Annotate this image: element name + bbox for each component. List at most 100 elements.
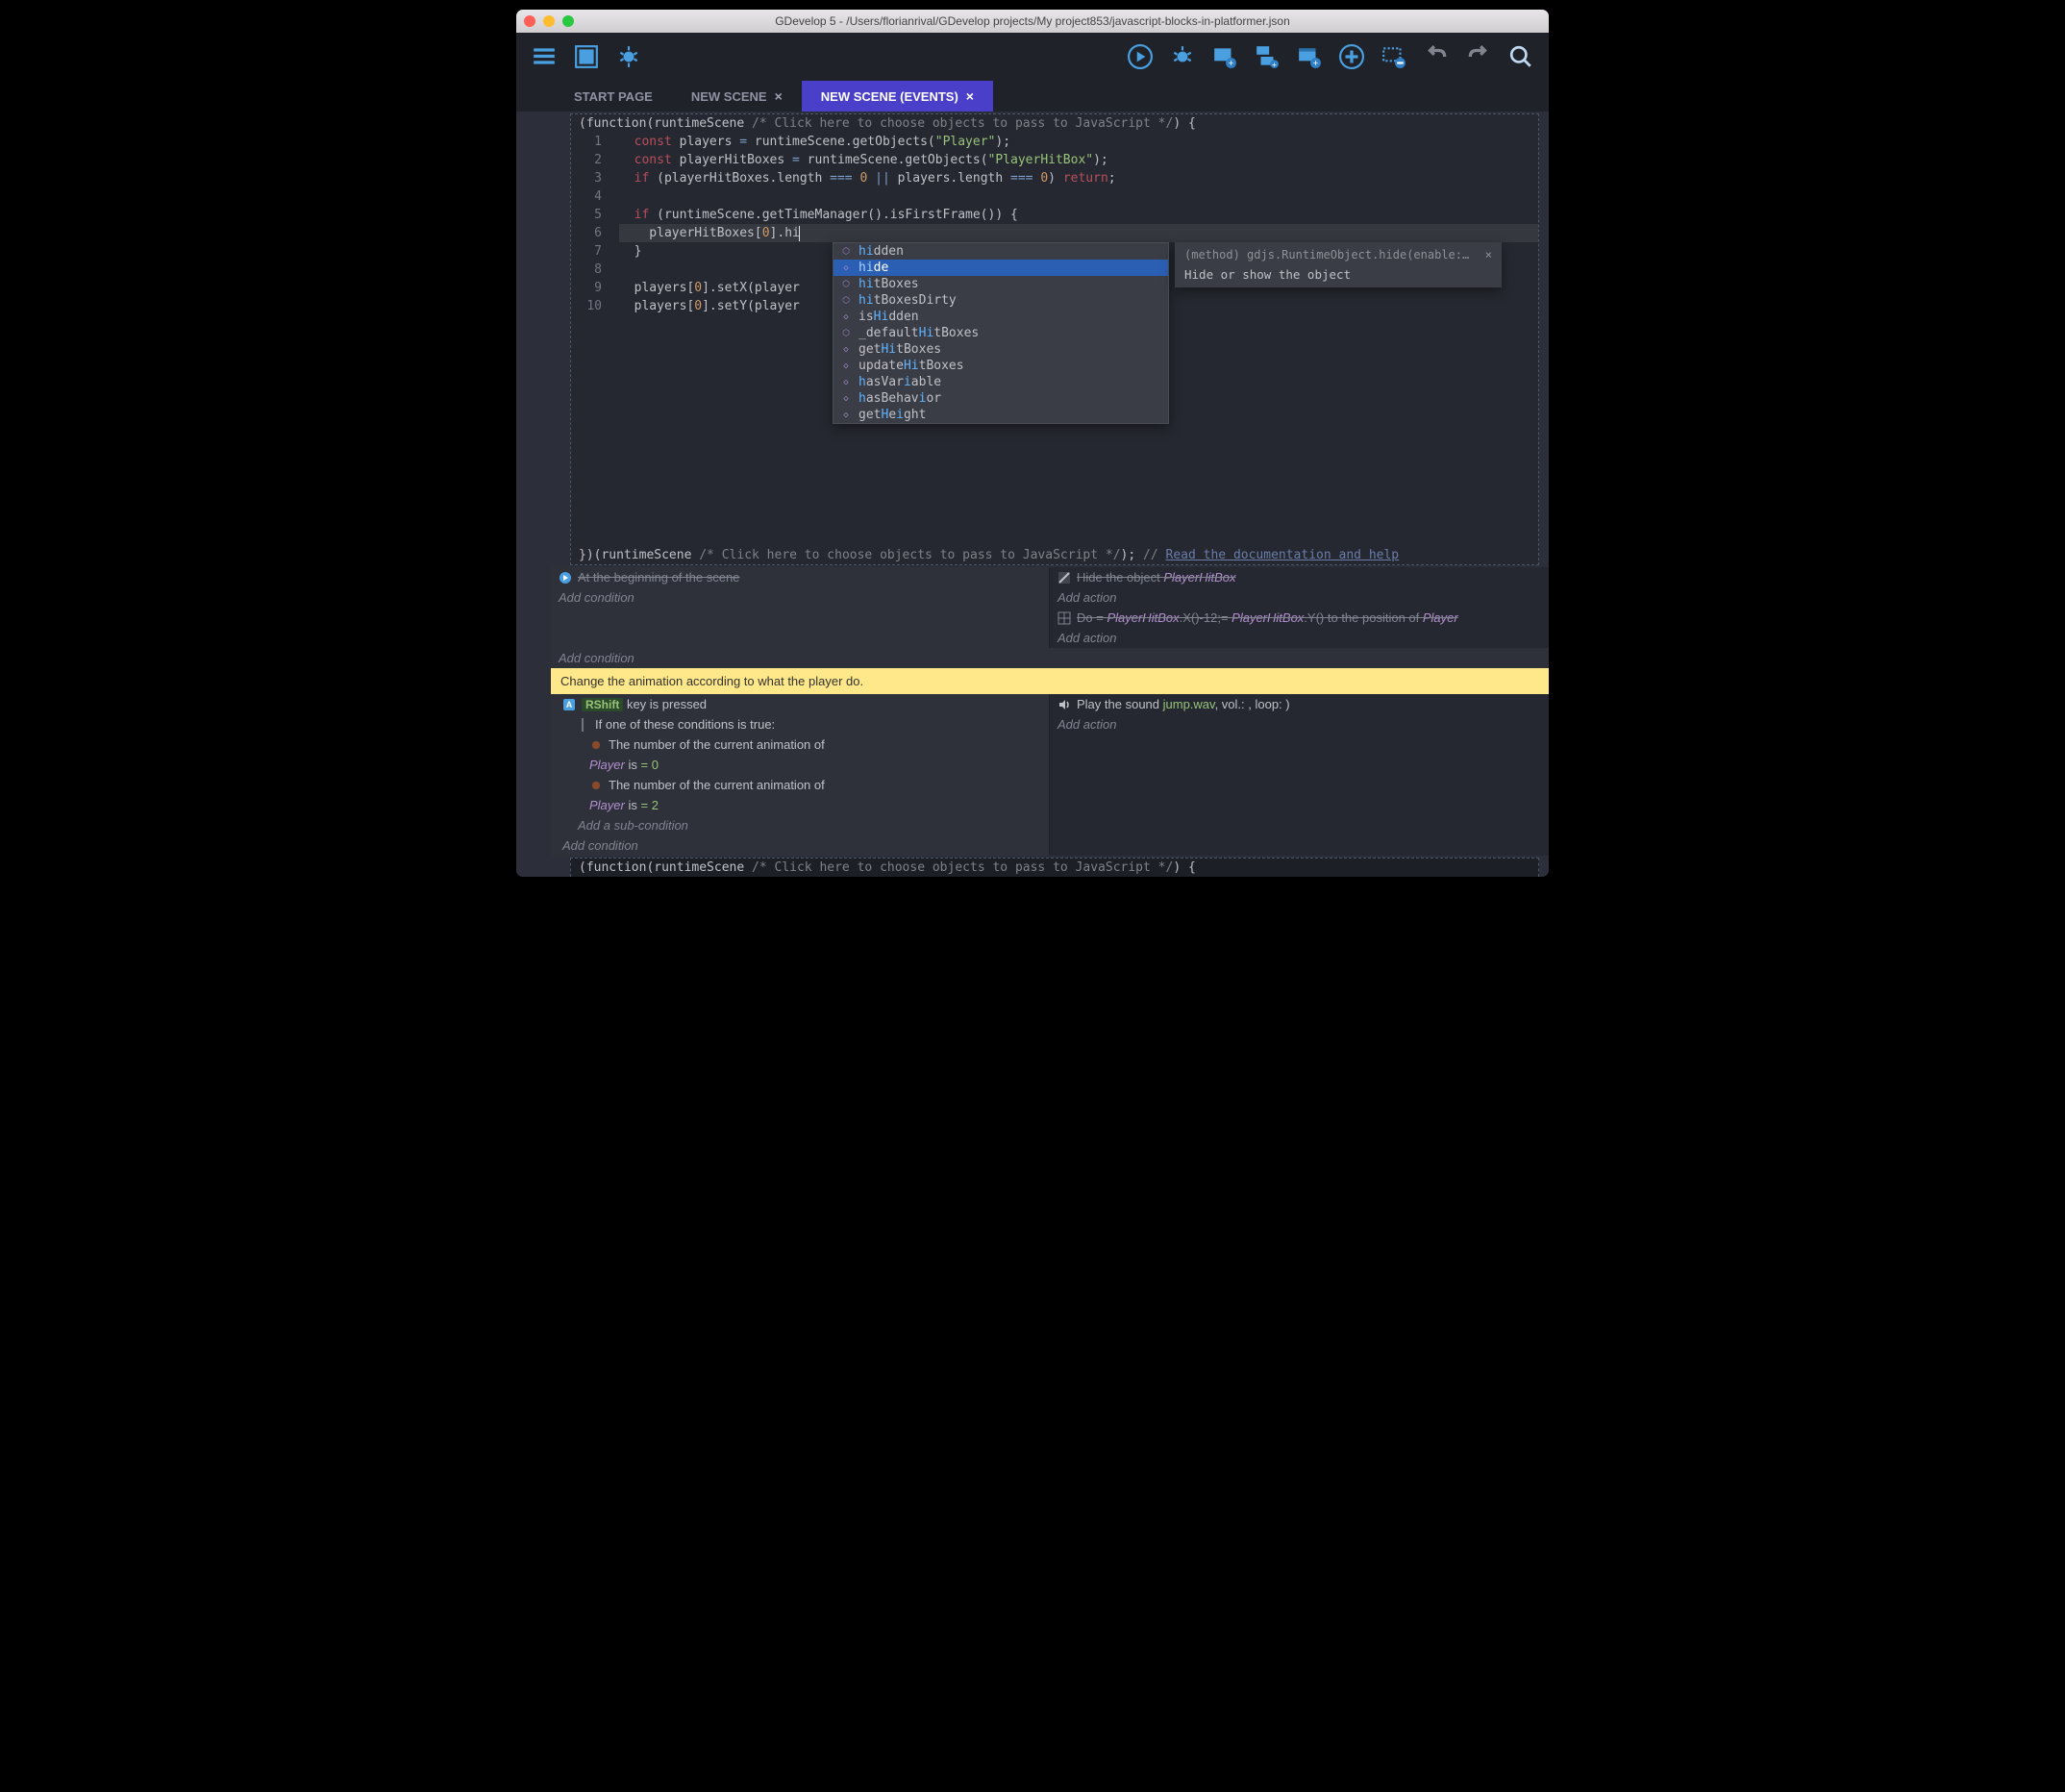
action-item[interactable]: Do = PlayerHitBox.X()-12;= PlayerHitBox.…: [1050, 608, 1549, 628]
code-line[interactable]: if (runtimeScene.getTimeManager().isFirs…: [619, 206, 1538, 224]
debug-play-button[interactable]: [1166, 40, 1199, 73]
autocomplete-label: hasBehavior: [858, 391, 941, 406]
code-line[interactable]: const playerHitBoxes = runtimeScene.getO…: [619, 151, 1538, 169]
field-icon: [839, 245, 853, 259]
event-row-1[interactable]: At the beginning of the scene Add condit…: [551, 567, 1549, 648]
animation-icon: [589, 738, 603, 752]
menu-icon: [532, 44, 557, 69]
add-subevent-button[interactable]: +: [1251, 40, 1283, 73]
add-subcondition-button[interactable]: Add a sub-condition: [551, 815, 1049, 835]
condition-text: Player is = 2: [589, 798, 659, 812]
method-icon: [839, 311, 853, 324]
remove-button[interactable]: [1378, 40, 1410, 73]
condition-item[interactable]: A RShift key is pressed: [551, 694, 1049, 714]
condition-item-detail[interactable]: Player is = 0: [551, 755, 1049, 775]
svg-text:A: A: [566, 700, 573, 709]
code-comment[interactable]: /* Click here to choose objects to pass …: [752, 116, 1173, 131]
autocomplete-popup[interactable]: hiddenhidehitBoxeshitBoxesDirtyisHidden_…: [833, 242, 1169, 424]
add-subevent-icon: +: [1255, 44, 1280, 69]
autocomplete-item[interactable]: hitBoxes: [833, 276, 1168, 292]
code-text: ) {: [1173, 116, 1195, 131]
close-icon[interactable]: ×: [966, 88, 974, 104]
condition-or-group[interactable]: If one of these conditions is true:: [551, 714, 1049, 734]
close-window-button[interactable]: [524, 15, 535, 27]
autocomplete-item[interactable]: hitBoxesDirty: [833, 292, 1168, 309]
add-comment-button[interactable]: +: [1293, 40, 1326, 73]
add-condition-button[interactable]: Add condition: [551, 648, 1549, 668]
line-gutter: 12345678910: [571, 133, 619, 315]
javascript-event-block[interactable]: (function(runtimeScene /* Click here to …: [570, 113, 1539, 565]
code-text: ) {: [1173, 860, 1195, 875]
conditions-panel[interactable]: At the beginning of the scene Add condit…: [551, 567, 1050, 648]
tab-start-page[interactable]: START PAGE: [555, 82, 672, 112]
autocomplete-item[interactable]: hidden: [833, 243, 1168, 260]
line-number: 5: [571, 206, 602, 224]
add-condition-button[interactable]: Add condition: [551, 835, 1049, 856]
maximize-window-button[interactable]: [562, 15, 574, 27]
redo-button[interactable]: [1462, 40, 1495, 73]
condition-item[interactable]: The number of the current animation of: [551, 775, 1049, 795]
tab-new-scene-events[interactable]: NEW SCENE (EVENTS) ×: [802, 81, 993, 112]
editor-content: (function(runtimeScene /* Click here to …: [516, 112, 1549, 877]
animation-icon: [589, 779, 603, 792]
documentation-link[interactable]: Read the documentation and help: [1166, 548, 1400, 562]
add-event-button[interactable]: +: [1208, 40, 1241, 73]
autocomplete-label: hasVariable: [858, 375, 941, 389]
autocomplete-item[interactable]: hasVariable: [833, 374, 1168, 390]
event-row-2[interactable]: A RShift key is pressed If one of these …: [551, 694, 1549, 856]
actions-panel[interactable]: Hide the object PlayerHitBox Add action …: [1050, 567, 1549, 648]
scene-button[interactable]: [570, 40, 603, 73]
minimize-window-button[interactable]: [543, 15, 555, 27]
condition-item[interactable]: The number of the current animation of: [551, 734, 1049, 755]
comment-event[interactable]: Change the animation according to what t…: [551, 668, 1549, 694]
autocomplete-item[interactable]: _defaultHitBoxes: [833, 325, 1168, 341]
code-comment[interactable]: /* Click here to choose objects to pass …: [699, 548, 1120, 562]
code-line[interactable]: if (playerHitBoxes.length === 0 || playe…: [619, 169, 1538, 187]
add-action-button[interactable]: Add action: [1050, 714, 1549, 734]
action-item[interactable]: Hide the object PlayerHitBox: [1050, 567, 1549, 587]
code-line[interactable]: const players = runtimeScene.getObjects(…: [619, 133, 1538, 151]
add-label: Add a sub-condition: [578, 818, 688, 833]
code-body[interactable]: hiddenhidehitBoxeshitBoxesDirtyisHidden_…: [619, 133, 1538, 315]
add-button[interactable]: [1335, 40, 1368, 73]
conditions-panel[interactable]: A RShift key is pressed If one of these …: [551, 694, 1050, 856]
plus-circle-icon: [1339, 44, 1364, 69]
add-action-button[interactable]: Add action: [1050, 587, 1549, 608]
tab-new-scene[interactable]: NEW SCENE ×: [672, 81, 802, 112]
code-comment[interactable]: /* Click here to choose objects to pass …: [752, 860, 1173, 875]
condition-item-detail[interactable]: Player is = 2: [551, 795, 1049, 815]
code-line[interactable]: [619, 187, 1538, 206]
autocomplete-item[interactable]: updateHitBoxes: [833, 358, 1168, 374]
autocomplete-item[interactable]: isHidden: [833, 309, 1168, 325]
javascript-event-block-2[interactable]: (function(runtimeScene /* Click here to …: [570, 858, 1539, 877]
code-text: );: [1121, 548, 1143, 562]
code-line[interactable]: playerHitBoxes[0].hi: [619, 224, 1538, 242]
titlebar: GDevelop 5 - /Users/florianrival/GDevelo…: [516, 10, 1549, 33]
debug-button[interactable]: [612, 40, 645, 73]
line-number: 6: [571, 224, 602, 242]
actions-panel[interactable]: Play the sound jump.wav, vol.: , loop: )…: [1050, 694, 1549, 856]
autocomplete-item[interactable]: hide: [833, 260, 1168, 276]
autocomplete-item[interactable]: getHitBoxes: [833, 341, 1168, 358]
add-action-button[interactable]: Add action: [1050, 628, 1549, 648]
close-icon[interactable]: ×: [1485, 248, 1492, 261]
scene-icon: [574, 44, 599, 69]
autocomplete-item[interactable]: hasBehavior: [833, 390, 1168, 407]
condition-text: RShift key is pressed: [582, 697, 707, 711]
close-icon[interactable]: ×: [775, 88, 783, 104]
autocomplete-item[interactable]: getHeight: [833, 407, 1168, 423]
search-button[interactable]: [1505, 40, 1537, 73]
method-icon: [839, 376, 853, 389]
code-header[interactable]: (function(runtimeScene /* Click here to …: [571, 859, 1538, 877]
condition-item[interactable]: At the beginning of the scene: [551, 567, 1049, 587]
play-button[interactable]: [1124, 40, 1157, 73]
code-header[interactable]: (function(runtimeScene /* Click here to …: [571, 114, 1538, 133]
code-editor[interactable]: 12345678910 hiddenhidehitBoxeshitBoxesDi…: [571, 133, 1538, 315]
line-number: 1: [571, 133, 602, 151]
add-condition-button[interactable]: Add condition: [551, 587, 1049, 608]
code-footer[interactable]: })(runtimeScene /* Click here to choose …: [571, 546, 1538, 564]
action-item[interactable]: Play the sound jump.wav, vol.: , loop: ): [1050, 694, 1549, 714]
menu-button[interactable]: [528, 40, 560, 73]
undo-button[interactable]: [1420, 40, 1453, 73]
autocomplete-label: hidden: [858, 244, 904, 259]
